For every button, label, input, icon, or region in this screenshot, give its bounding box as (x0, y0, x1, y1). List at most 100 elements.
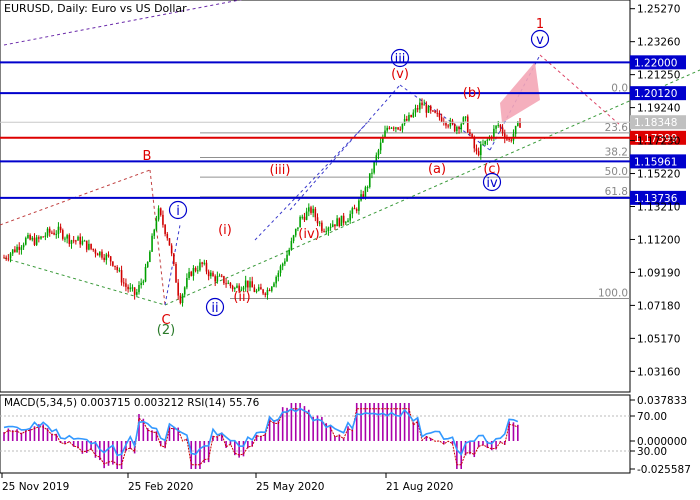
candle-up (497, 124, 500, 126)
candle-up (129, 287, 132, 290)
candle-up (286, 254, 288, 262)
candle-up (340, 215, 343, 227)
level-price-label: 1.22000 (634, 57, 677, 69)
candle-up (414, 108, 417, 113)
candle-down (262, 289, 264, 294)
candle-up (484, 140, 486, 145)
candle-up (155, 219, 158, 230)
candle-down (429, 106, 432, 111)
indicator-tick-label: 0.037833 (637, 395, 687, 407)
candle-down (399, 129, 402, 131)
candle-down (201, 262, 203, 264)
candle-down (170, 245, 173, 254)
candle-up (364, 187, 367, 198)
candle-up (351, 208, 354, 214)
candle-up (244, 280, 247, 288)
candle-up (44, 235, 47, 237)
candle-down (133, 287, 136, 295)
price-tick-label: 1.23260 (637, 37, 680, 49)
candle-up (495, 125, 497, 129)
candle-up (275, 276, 277, 284)
candle-up (81, 240, 84, 245)
wave-label-(ii): (ii) (233, 290, 250, 305)
candle-up (196, 270, 199, 272)
wave-label-(i): (i) (218, 223, 232, 238)
candle-up (55, 233, 58, 235)
candle-up (136, 292, 138, 295)
candle-down (316, 217, 319, 224)
candle-up (480, 144, 482, 156)
candle-down (48, 228, 51, 233)
candle-down (179, 295, 182, 304)
candle-down (388, 127, 391, 129)
candle-up (35, 237, 38, 245)
wave-label-(iii): (iii) (270, 163, 291, 178)
candle-up (118, 270, 121, 272)
candle-down (42, 236, 44, 238)
price-chart: 0.023.638.250.061.8100.0 1.220001.201201… (0, 0, 700, 493)
candle-down (92, 248, 95, 251)
candle-down (469, 132, 471, 135)
candle-down (175, 263, 177, 283)
candle-up (183, 287, 186, 295)
candle-down (264, 293, 267, 296)
candle-up (57, 226, 60, 234)
candle-up (368, 173, 371, 188)
candle-down (18, 246, 21, 250)
candle-up (149, 251, 151, 263)
candle-up (301, 216, 304, 218)
candle-up (366, 187, 369, 189)
candle-down (214, 276, 216, 282)
time-tick-label: 25 Nov 2019 (2, 481, 69, 493)
candle-up (379, 142, 382, 151)
price-tick-label: 1.07180 (637, 300, 680, 312)
candle-up (83, 240, 86, 242)
candle-down (33, 237, 36, 245)
candle-up (347, 220, 349, 223)
candle-down (445, 122, 447, 126)
candle-down (421, 102, 423, 106)
candle-up (514, 125, 517, 135)
candle-up (299, 216, 301, 228)
candle-down (207, 271, 210, 277)
candle-down (166, 233, 169, 239)
candle-down (321, 222, 323, 232)
candle-down (72, 240, 75, 242)
candle-up (216, 276, 219, 282)
candle-down (164, 224, 166, 234)
candle-down (342, 215, 345, 223)
candle-down (79, 236, 82, 245)
candle-up (281, 263, 284, 267)
candle-down (473, 137, 476, 149)
candle-up (277, 272, 280, 277)
time-tick-label: 25 Feb 2020 (128, 481, 193, 493)
candle-up (377, 150, 380, 156)
candle-down (229, 282, 232, 286)
candle-down (223, 276, 225, 284)
candle-up (308, 207, 310, 212)
fib-level-label: 50.0 (605, 166, 628, 178)
candle-down (103, 257, 105, 261)
candle-up (98, 251, 101, 256)
candle-up (329, 226, 332, 228)
candle-up (456, 126, 458, 132)
candle-up (482, 144, 484, 146)
candle-down (353, 208, 356, 210)
candle-down (519, 121, 521, 128)
candle-down (38, 237, 40, 239)
wave-label-(b): (b) (463, 86, 481, 101)
candle-down (14, 249, 16, 252)
candle-up (255, 290, 258, 292)
candle-up (236, 285, 238, 288)
candle-up (203, 262, 206, 264)
price-tick-label: 1.19240 (637, 103, 680, 115)
candle-down (434, 110, 436, 113)
candle-up (401, 123, 404, 130)
candle-down (61, 230, 64, 239)
candle-down (310, 207, 312, 213)
candle-up (77, 236, 79, 241)
wave-label-v: v (536, 33, 544, 48)
candle-down (303, 216, 306, 220)
candle-down (205, 262, 208, 272)
candle-down (114, 265, 116, 267)
